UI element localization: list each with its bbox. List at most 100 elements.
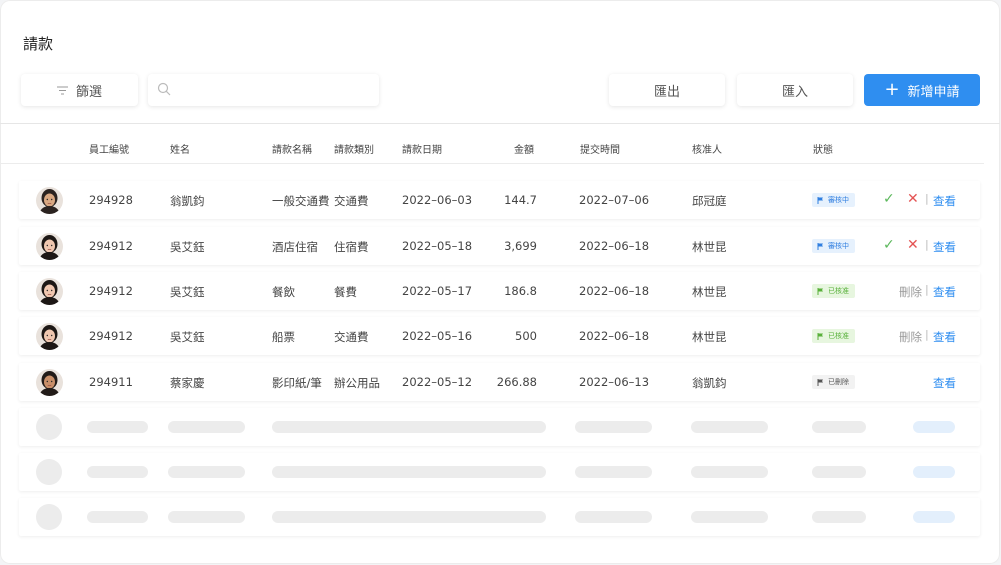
col-status: 狀態 bbox=[813, 145, 833, 156]
skeleton-avatar bbox=[36, 504, 62, 530]
skeleton-bar bbox=[691, 421, 768, 433]
flag-icon bbox=[817, 287, 824, 295]
skeleton-bar bbox=[575, 511, 652, 523]
delete-link[interactable]: 刪除 bbox=[899, 284, 922, 300]
flag-icon bbox=[817, 196, 824, 204]
item-name: 餐飲 bbox=[272, 285, 295, 299]
page-title: 請款 bbox=[23, 35, 54, 53]
col-emp-id: 員工編號 bbox=[89, 145, 129, 156]
search-input[interactable] bbox=[177, 81, 371, 99]
item-name: 影印紙/筆 bbox=[272, 376, 322, 390]
filter-button[interactable]: 篩選 bbox=[21, 74, 138, 106]
request-date: 2022–06–03 bbox=[402, 193, 473, 207]
approver: 林世昆 bbox=[692, 330, 727, 344]
flag-icon bbox=[817, 332, 824, 340]
skeleton-bar bbox=[691, 511, 768, 523]
request-date: 2022–05–12 bbox=[402, 375, 473, 389]
flag-icon bbox=[817, 378, 824, 386]
skeleton-bar bbox=[168, 421, 245, 433]
emp-id: 294928 bbox=[89, 193, 133, 207]
col-item: 請款名稱 bbox=[272, 145, 312, 156]
view-link[interactable]: 查看 bbox=[933, 284, 956, 300]
amount: 144.7 bbox=[504, 193, 537, 207]
import-button[interactable]: 匯入 bbox=[737, 74, 853, 106]
amount: 186.8 bbox=[504, 284, 537, 298]
skeleton-bar bbox=[575, 466, 652, 478]
skeleton-bar bbox=[812, 421, 866, 433]
item-name: 酒店住宿 bbox=[272, 240, 318, 254]
reject-icon[interactable]: ✕ bbox=[907, 191, 919, 207]
status-badge: 已核准 bbox=[812, 284, 855, 298]
skeleton-bar bbox=[87, 421, 148, 433]
delete-link[interactable]: 刪除 bbox=[899, 329, 922, 345]
skeleton-bar bbox=[168, 466, 245, 478]
col-approver: 核准人 bbox=[692, 145, 722, 156]
skeleton-bar bbox=[168, 511, 245, 523]
avatar bbox=[36, 187, 63, 214]
submitted-time: 2022–06–13 bbox=[579, 375, 650, 389]
status-label: 審核中 bbox=[828, 242, 849, 250]
view-link[interactable]: 查看 bbox=[933, 329, 956, 345]
export-button[interactable]: 匯出 bbox=[609, 74, 725, 106]
table-row: 294911 蔡家慶 影印紙/筆 辦公用品 2022–05–12 266.88 … bbox=[19, 363, 980, 401]
search-box[interactable] bbox=[148, 74, 379, 106]
reject-icon[interactable]: ✕ bbox=[907, 237, 919, 253]
request-date: 2022–05–16 bbox=[402, 329, 473, 343]
avatar bbox=[36, 323, 63, 350]
item-name: 船票 bbox=[272, 330, 295, 344]
skeleton-row bbox=[19, 498, 980, 536]
filter-label: 篩選 bbox=[75, 84, 102, 100]
table-row: 294928 翁凱鈞 一般交通費 交通費 2022–06–03 144.7 20… bbox=[19, 181, 980, 219]
search-icon bbox=[157, 81, 171, 100]
skeleton-row bbox=[19, 453, 980, 491]
status-label: 已刪除 bbox=[828, 378, 849, 386]
emp-name: 吳艾鈺 bbox=[170, 330, 205, 344]
amount: 500 bbox=[515, 329, 537, 343]
filter-icon bbox=[56, 86, 68, 95]
category: 交通費 bbox=[334, 194, 369, 208]
skeleton-bar bbox=[812, 466, 866, 478]
approver: 邱冠庭 bbox=[692, 194, 727, 208]
submitted-time: 2022–06–18 bbox=[579, 284, 650, 298]
emp-id: 294912 bbox=[89, 284, 133, 298]
emp-id: 294912 bbox=[89, 239, 133, 253]
submitted-time: 2022–07–06 bbox=[579, 193, 650, 207]
table-row: 294912 吳艾鈺 船票 交通費 2022–05–16 500 2022–06… bbox=[19, 317, 980, 355]
expense-panel: 請款 篩選 匯出 匯入 + 新增申請 員工編號 姓名 請款名稱 請款類別 請款日… bbox=[0, 0, 1000, 564]
skeleton-bar bbox=[812, 511, 866, 523]
new-request-label: 新增申請 bbox=[907, 84, 960, 100]
new-request-button[interactable]: + 新增申請 bbox=[864, 74, 980, 106]
status-badge: 審核中 bbox=[812, 239, 855, 253]
skeleton-action bbox=[913, 421, 955, 433]
action-separator: | bbox=[925, 283, 929, 296]
action-separator: | bbox=[925, 238, 929, 251]
approve-icon[interactable]: ✓ bbox=[883, 237, 895, 253]
action-separator: | bbox=[925, 328, 929, 341]
skeleton-bar bbox=[272, 511, 546, 523]
skeleton-avatar bbox=[36, 459, 62, 485]
skeleton-action bbox=[913, 511, 955, 523]
category: 交通費 bbox=[334, 330, 369, 344]
import-label: 匯入 bbox=[781, 84, 808, 100]
toolbar-divider bbox=[0, 123, 1000, 124]
action-separator: | bbox=[925, 192, 929, 205]
amount: 3,699 bbox=[504, 239, 537, 253]
avatar bbox=[36, 369, 63, 396]
col-date: 請款日期 bbox=[402, 145, 442, 156]
avatar bbox=[36, 233, 63, 260]
view-link[interactable]: 查看 bbox=[933, 193, 956, 209]
table-header: 員工編號 姓名 請款名稱 請款類別 請款日期 金額 提交時間 核准人 狀態 bbox=[0, 132, 984, 164]
skeleton-action bbox=[913, 466, 955, 478]
approve-icon[interactable]: ✓ bbox=[883, 191, 895, 207]
skeleton-bar bbox=[575, 421, 652, 433]
plus-icon: + bbox=[884, 79, 900, 100]
view-link[interactable]: 查看 bbox=[933, 375, 956, 391]
col-category: 請款類別 bbox=[334, 145, 374, 156]
table-row: 294912 吳艾鈺 餐飲 餐費 2022–05–17 186.8 2022–0… bbox=[19, 272, 980, 310]
status-badge: 已核准 bbox=[812, 329, 855, 343]
col-submitted: 提交時間 bbox=[580, 145, 620, 156]
category: 餐費 bbox=[334, 285, 357, 299]
view-link[interactable]: 查看 bbox=[933, 239, 956, 255]
table-row: 294912 吳艾鈺 酒店住宿 住宿費 2022–05–18 3,699 202… bbox=[19, 227, 980, 265]
status-label: 已核准 bbox=[828, 332, 849, 340]
